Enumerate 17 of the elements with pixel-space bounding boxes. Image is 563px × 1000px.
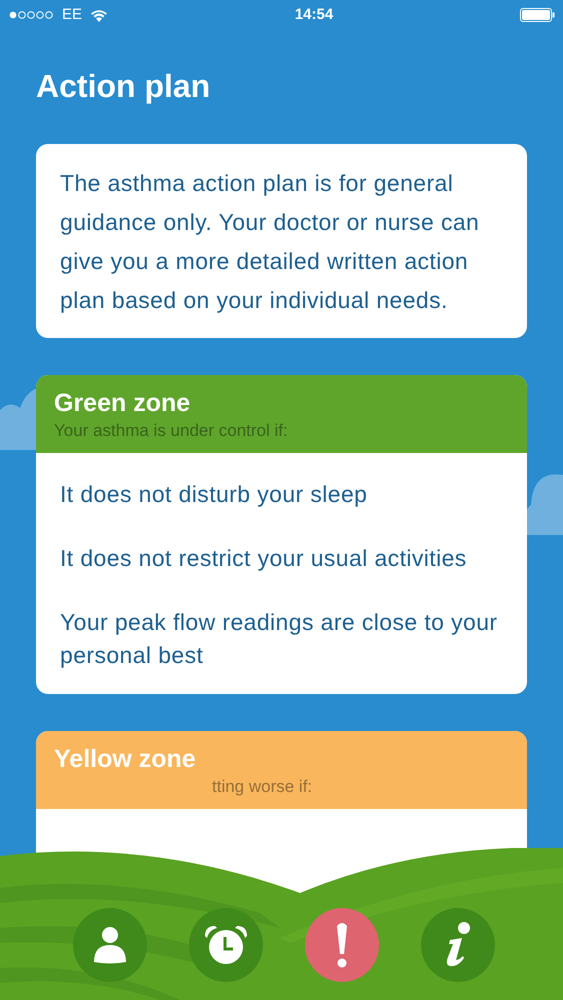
clock-time: 14:54 <box>294 4 334 25</box>
carrier-name: EE <box>62 4 82 25</box>
alarm-clock-icon <box>202 924 248 966</box>
wifi-icon <box>90 8 108 22</box>
zone-title: Green zone <box>54 388 192 419</box>
exclamation-icon <box>336 922 348 968</box>
zone-item: It does not restrict your usual activities <box>60 544 468 573</box>
person-icon <box>92 926 126 964</box>
zone-subtitle: Your asthma is under control if: <box>54 420 289 442</box>
info-card: The asthma action plan is for general guidance only. Your doctor or nurse can give you a more detailed written action plan based on your individual needs. <box>36 144 527 338</box>
page-title: Action plan <box>36 68 212 104</box>
zone-subtitle: tting worse if: <box>211 776 314 798</box>
zone-item: It does not disturb your sleep <box>60 480 368 509</box>
zone-title: Yellow zone <box>54 744 197 775</box>
battery-icon <box>520 8 555 22</box>
zone-item: Your peak flow readings are close to your personal best <box>60 608 498 670</box>
info-icon <box>444 922 470 968</box>
